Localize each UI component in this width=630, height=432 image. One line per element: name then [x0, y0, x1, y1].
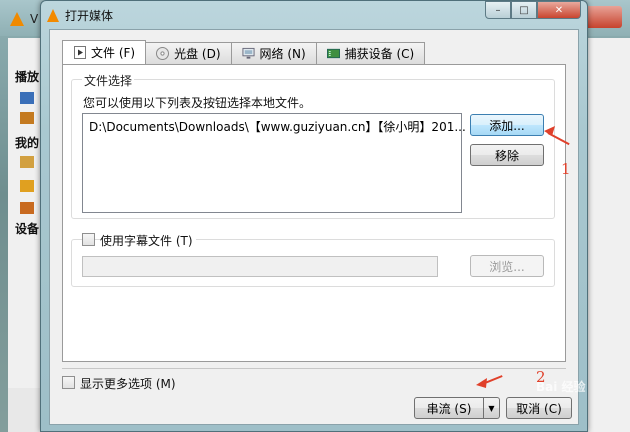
- library-icon: [20, 112, 34, 124]
- tab-file[interactable]: 文件 (F): [62, 40, 147, 64]
- dialog-client-area: 文件 (F) 光盘 (D) 网络 (N) 捕获设备 (C) 文件选择 您可以使用…: [49, 29, 579, 425]
- background-sidebar-label-devices: 设备: [15, 222, 40, 236]
- tab-network-label: 网络 (N): [259, 47, 306, 61]
- network-icon: [241, 47, 255, 60]
- chevron-down-icon: ▼: [488, 403, 495, 413]
- show-more-options-checkbox[interactable]: [62, 376, 75, 389]
- file-selection-title: 文件选择: [82, 72, 135, 89]
- tab-bar: 文件 (F) 光盘 (D) 网络 (N) 捕获设备 (C): [62, 40, 426, 64]
- disc-icon: [156, 47, 170, 60]
- file-tab-pane: 文件选择 您可以使用以下列表及按钮选择本地文件。 D:\Documents\Do…: [62, 64, 566, 362]
- tab-capture-device-label: 捕获设备 (C): [344, 47, 415, 61]
- add-button[interactable]: 添加...: [470, 114, 544, 136]
- file-selection-hint: 您可以使用以下列表及按钮选择本地文件。: [83, 96, 312, 110]
- show-more-options-label: 显示更多选项 (M): [80, 377, 176, 391]
- annotation-arrowhead-1: [544, 126, 555, 136]
- annotation-arrowhead-2: [476, 378, 487, 388]
- caption-buttons: – □ ✕: [485, 1, 581, 19]
- close-button[interactable]: ✕: [537, 1, 581, 19]
- file-list[interactable]: D:\Documents\Downloads\【www.guziyuan.cn】…: [82, 113, 466, 213]
- music-icon: [20, 180, 34, 192]
- background-right-panel: [586, 38, 630, 432]
- use-subtitle-checkbox[interactable]: [82, 233, 95, 246]
- open-media-dialog: 打开媒体 – □ ✕ 文件 (F) 光盘 (D) 网络 (N) 捕获设备 (C)…: [40, 0, 588, 432]
- annotation-label-1: 1: [561, 160, 571, 178]
- picture-icon: [20, 202, 34, 214]
- minimize-button[interactable]: –: [485, 1, 511, 19]
- file-selection-group: 文件选择 您可以使用以下列表及按钮选择本地文件。 D:\Documents\Do…: [71, 72, 555, 219]
- background-sidebar-label-playlist: 播放: [15, 70, 40, 84]
- use-subtitle-label: 使用字幕文件 (T): [100, 232, 196, 249]
- playlist-icon: [20, 92, 34, 104]
- vlc-cone-icon: [47, 8, 59, 22]
- dialog-titlebar: 打开媒体: [47, 5, 113, 25]
- remove-button[interactable]: 移除: [470, 144, 544, 166]
- list-item[interactable]: D:\Documents\Downloads\【www.guziyuan.cn】…: [89, 118, 466, 135]
- file-play-icon: [73, 46, 86, 59]
- background-title-fragment: V: [30, 12, 39, 26]
- capture-device-icon: [326, 47, 340, 60]
- stream-dropdown-arrow[interactable]: ▼: [484, 397, 500, 419]
- subtitle-path-field: [82, 256, 438, 277]
- video-icon: [20, 156, 34, 168]
- subtitle-group: 使用字幕文件 (T) 浏览...: [71, 232, 555, 287]
- background-sidebar-label-mine: 我的: [15, 136, 40, 150]
- tab-disc[interactable]: 光盘 (D): [145, 42, 232, 64]
- footer-separator: [62, 368, 566, 369]
- baidu-watermark: Bai 经验: [536, 380, 586, 394]
- vlc-logo-icon: [10, 12, 24, 26]
- cancel-button[interactable]: 取消 (C): [506, 397, 572, 419]
- background-close-button[interactable]: [582, 6, 622, 28]
- stream-button[interactable]: 串流 (S): [414, 397, 484, 419]
- tab-network[interactable]: 网络 (N): [230, 42, 317, 64]
- maximize-button[interactable]: □: [511, 1, 537, 19]
- browse-button: 浏览...: [470, 255, 544, 277]
- tab-capture-device[interactable]: 捕获设备 (C): [315, 42, 426, 64]
- background-play-controls[interactable]: [8, 388, 44, 432]
- tab-file-label: 文件 (F): [91, 46, 136, 60]
- dialog-title: 打开媒体: [65, 8, 114, 23]
- tab-disc-label: 光盘 (D): [174, 47, 221, 61]
